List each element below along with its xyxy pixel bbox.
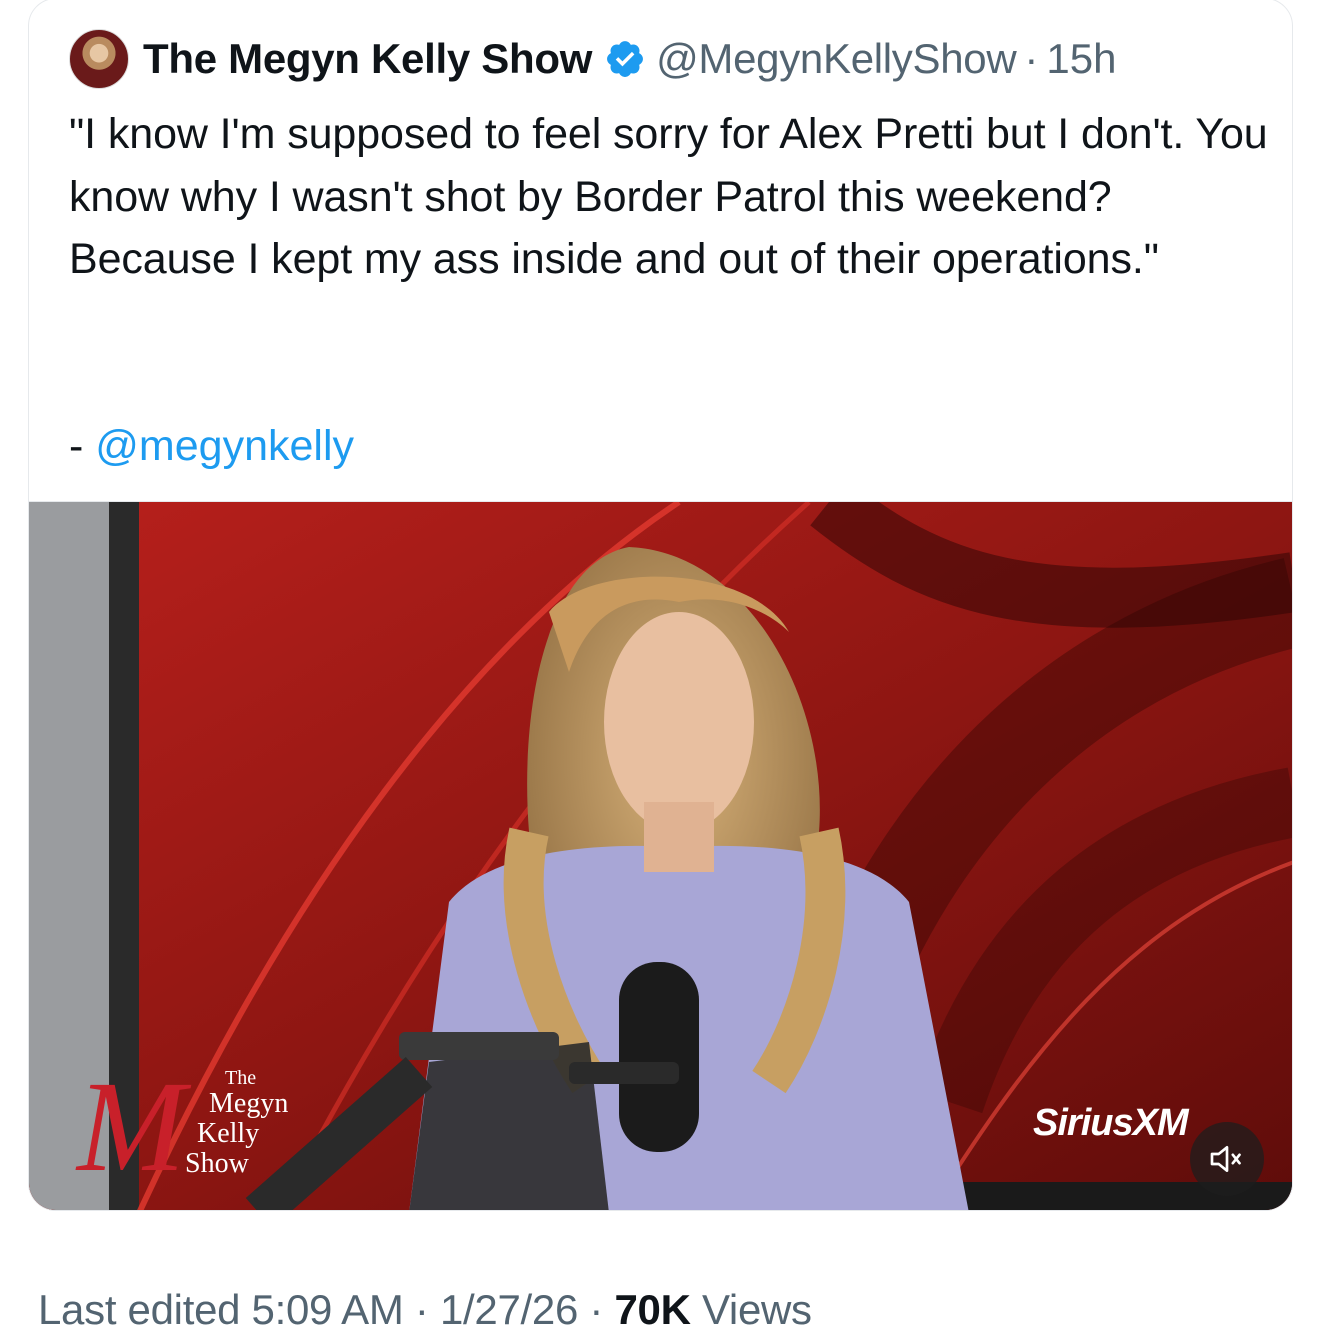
timestamp[interactable]: 15h <box>1046 35 1116 83</box>
logo-kelly: Kelly <box>197 1118 260 1149</box>
logo-megyn: Megyn <box>209 1088 289 1119</box>
views-label: Views <box>690 1286 812 1333</box>
credit-mention-link[interactable]: @megynkelly <box>95 422 354 470</box>
handle[interactable]: @MegynKellyShow <box>656 35 1017 83</box>
tweet-card[interactable]: The Megyn Kelly Show @MegynKellyShow · 1… <box>28 0 1293 1211</box>
views-count[interactable]: 70K <box>614 1286 690 1333</box>
edited-timestamp-link[interactable]: Last edited 5:09 AM · 1/27/26 <box>38 1286 578 1333</box>
tweet-footer: Last edited 5:09 AM · 1/27/26 · 70K View… <box>38 1286 812 1334</box>
tweet-credit: - @megynkelly <box>69 415 354 477</box>
verified-badge-icon <box>607 41 644 77</box>
logo-m: M <box>77 1055 186 1199</box>
logo-the: The <box>225 1067 257 1089</box>
credit-dash: - <box>69 422 84 470</box>
tweet-header: The Megyn Kelly Show @MegynKellyShow · 1… <box>69 29 1116 89</box>
siriusxm-watermark: SiriusXM <box>1033 1102 1189 1144</box>
logo-show: Show <box>185 1148 249 1179</box>
avatar[interactable] <box>69 29 129 89</box>
speaker-muted-icon <box>1210 1146 1241 1172</box>
show-logo: M The Megyn Kelly Show <box>77 1062 337 1192</box>
mute-button[interactable] <box>1190 1122 1264 1196</box>
footer-separator: · <box>578 1286 615 1333</box>
tweet-text: "I know I'm supposed to feel sorry for A… <box>69 110 1268 283</box>
separator-dot: · <box>1024 35 1039 82</box>
video-player[interactable]: M The Megyn Kelly Show SiriusXM <box>29 501 1292 1210</box>
display-name[interactable]: The Megyn Kelly Show <box>143 35 592 83</box>
